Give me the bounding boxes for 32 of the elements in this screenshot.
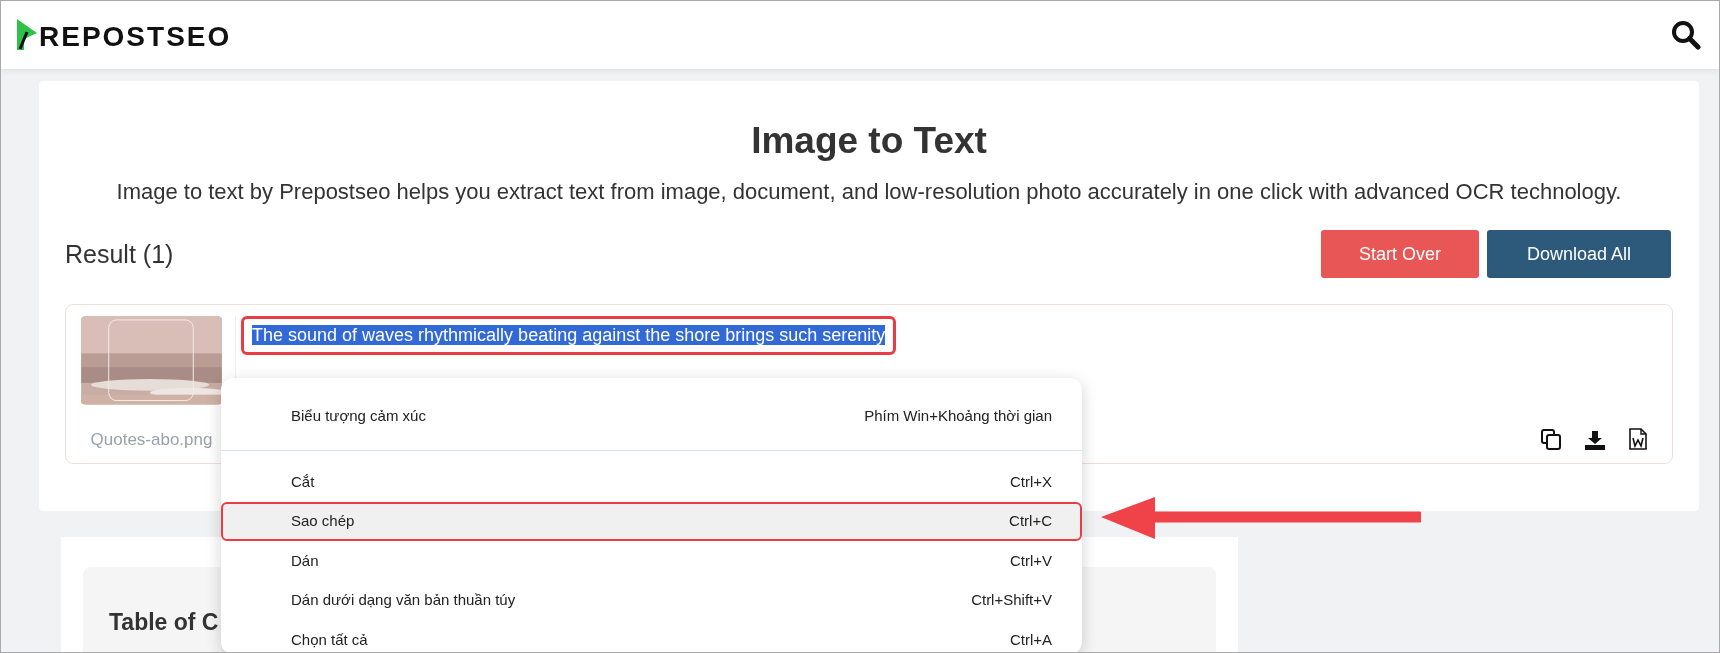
menu-label: Dán dưới dạng văn bản thuần túy — [291, 590, 516, 610]
menu-item[interactable]: Chọn tất cả Ctrl+A — [221, 620, 1082, 652]
download-icon[interactable] — [1585, 431, 1605, 451]
copy-icon[interactable] — [1541, 429, 1561, 451]
menu-item[interactable]: Sao chép Ctrl+C — [221, 501, 1082, 541]
menu-item[interactable]: Dán dưới dạng văn bản thuần túy Ctrl+Shift+V — [221, 580, 1082, 620]
menu-label: Cắt — [291, 471, 315, 492]
document-icon[interactable] — [1629, 428, 1647, 451]
shortcut-text: Ctrl+C — [1009, 511, 1052, 531]
file-name: Quotes-abo.png — [90, 428, 213, 451]
menu-label: Biểu tượng cảm xúc — [291, 405, 426, 426]
menu-item[interactable]: Dán Ctrl+V — [221, 541, 1082, 581]
search-icon[interactable] — [1671, 20, 1701, 50]
logo-text[interactable]: REPOSTSEO — [39, 23, 232, 51]
shortcut-text: Ctrl+X — [1009, 471, 1052, 492]
page-title: Image to Text — [750, 119, 988, 163]
menu-label: Chọn tất cả — [291, 629, 368, 650]
shortcut-text: Phím Win+Khoảng thời gian — [864, 405, 1052, 426]
result-heading: Result (1) — [65, 238, 174, 270]
extracted-text[interactable]: The sound of waves rhythmically beating against the shore brings such serenity — [241, 316, 897, 356]
menu-item[interactable]: Biểu tượng cảm xúc Phím Win+Khoảng thời gian — [221, 396, 1082, 436]
menu-label: Sao chép — [291, 511, 355, 531]
download-all-button[interactable]: Download All — [1487, 230, 1671, 279]
logo-icon — [15, 19, 39, 51]
description-text: Image to text by Prepostseo helps you extract text from image, document, and low-resolution photo accurately in one click with advanced OCR technology. — [115, 178, 1623, 207]
menu-item[interactable]: Cắt Ctrl+X — [221, 462, 1082, 502]
start-over-button[interactable]: Start Over — [1321, 230, 1479, 279]
menu-label: Dán — [291, 550, 319, 571]
shortcut-text: Ctrl+Shift+V — [971, 590, 1052, 610]
shortcut-text: Ctrl+A — [1009, 629, 1052, 650]
shortcut-text: Ctrl+V — [1009, 550, 1052, 571]
toc-title: Table of C — [109, 608, 219, 637]
